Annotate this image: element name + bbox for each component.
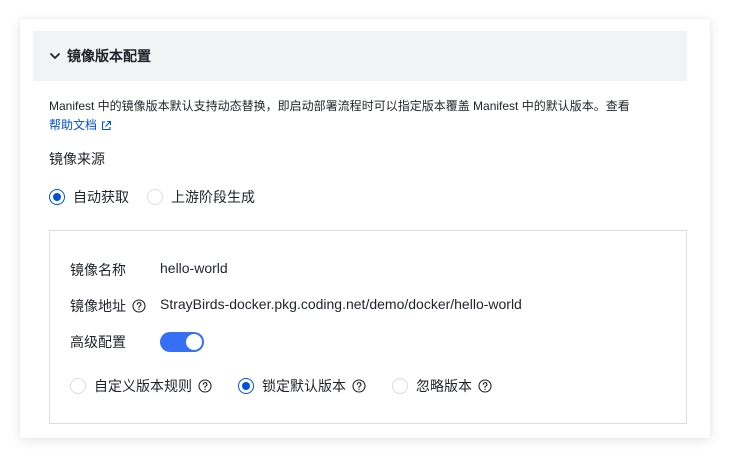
image-address-value: StrayBirds-docker.pkg.coding.net/demo/do… [160,296,522,312]
radio-upstream-stage[interactable]: 上游阶段生成 [147,187,255,207]
image-name-value: hello-world [160,260,228,276]
help-circle-icon[interactable] [478,379,492,393]
section-header[interactable]: 镜像版本配置 [33,31,687,81]
help-circle-icon[interactable] [352,379,366,393]
external-link-icon [101,120,112,130]
advanced-config-toggle[interactable] [160,332,204,352]
image-address-label-row: 镜像地址 [70,296,146,316]
radio-auto-fetch-circle[interactable] [49,189,65,205]
version-radio-group: 自定义版本规则 锁定默认版本 忽略版本 [70,376,492,396]
image-details-box: 镜像名称 hello-world 镜像地址 StrayBirds-docker.… [49,230,687,424]
radio-custom-version-rule-circle[interactable] [70,378,86,394]
help-doc-link-label: 帮助文档 [49,118,98,132]
radio-auto-fetch[interactable]: 自动获取 [49,187,129,207]
help-circle-icon[interactable] [198,379,212,393]
image-name-label: 镜像名称 [70,262,126,278]
image-source-label: 镜像来源 [49,151,105,167]
radio-custom-version-rule-label: 自定义版本规则 [94,378,192,394]
radio-lock-default-version-circle[interactable] [238,378,254,394]
toggle-knob [186,334,202,350]
description-text: Manifest 中的镜像版本默认支持动态替换，即启动部署流程时可以指定版本覆盖… [49,99,630,113]
radio-ignore-version-circle[interactable] [392,378,408,394]
chevron-down-icon [50,53,60,59]
image-version-config-panel: 镜像版本配置 Manifest 中的镜像版本默认支持动态替换，即启动部署流程时可… [20,19,710,438]
help-doc-link[interactable]: 帮助文档 [49,116,112,135]
advanced-config-label: 高级配置 [70,334,126,350]
description: Manifest 中的镜像版本默认支持动态替换，即启动部署流程时可以指定版本覆盖… [49,97,679,135]
section-title: 镜像版本配置 [67,48,151,64]
radio-ignore-version[interactable]: 忽略版本 [392,376,492,396]
radio-upstream-stage-label: 上游阶段生成 [171,189,255,205]
radio-custom-version-rule[interactable]: 自定义版本规则 [70,376,212,396]
radio-lock-default-version-label: 锁定默认版本 [262,378,346,394]
radio-lock-default-version[interactable]: 锁定默认版本 [238,376,366,396]
image-address-label: 镜像地址 [70,298,126,314]
image-source-radio-group: 自动获取 上游阶段生成 [49,187,255,207]
radio-auto-fetch-label: 自动获取 [73,189,129,205]
radio-upstream-stage-circle[interactable] [147,189,163,205]
radio-ignore-version-label: 忽略版本 [416,378,472,394]
help-circle-icon[interactable] [132,299,146,313]
